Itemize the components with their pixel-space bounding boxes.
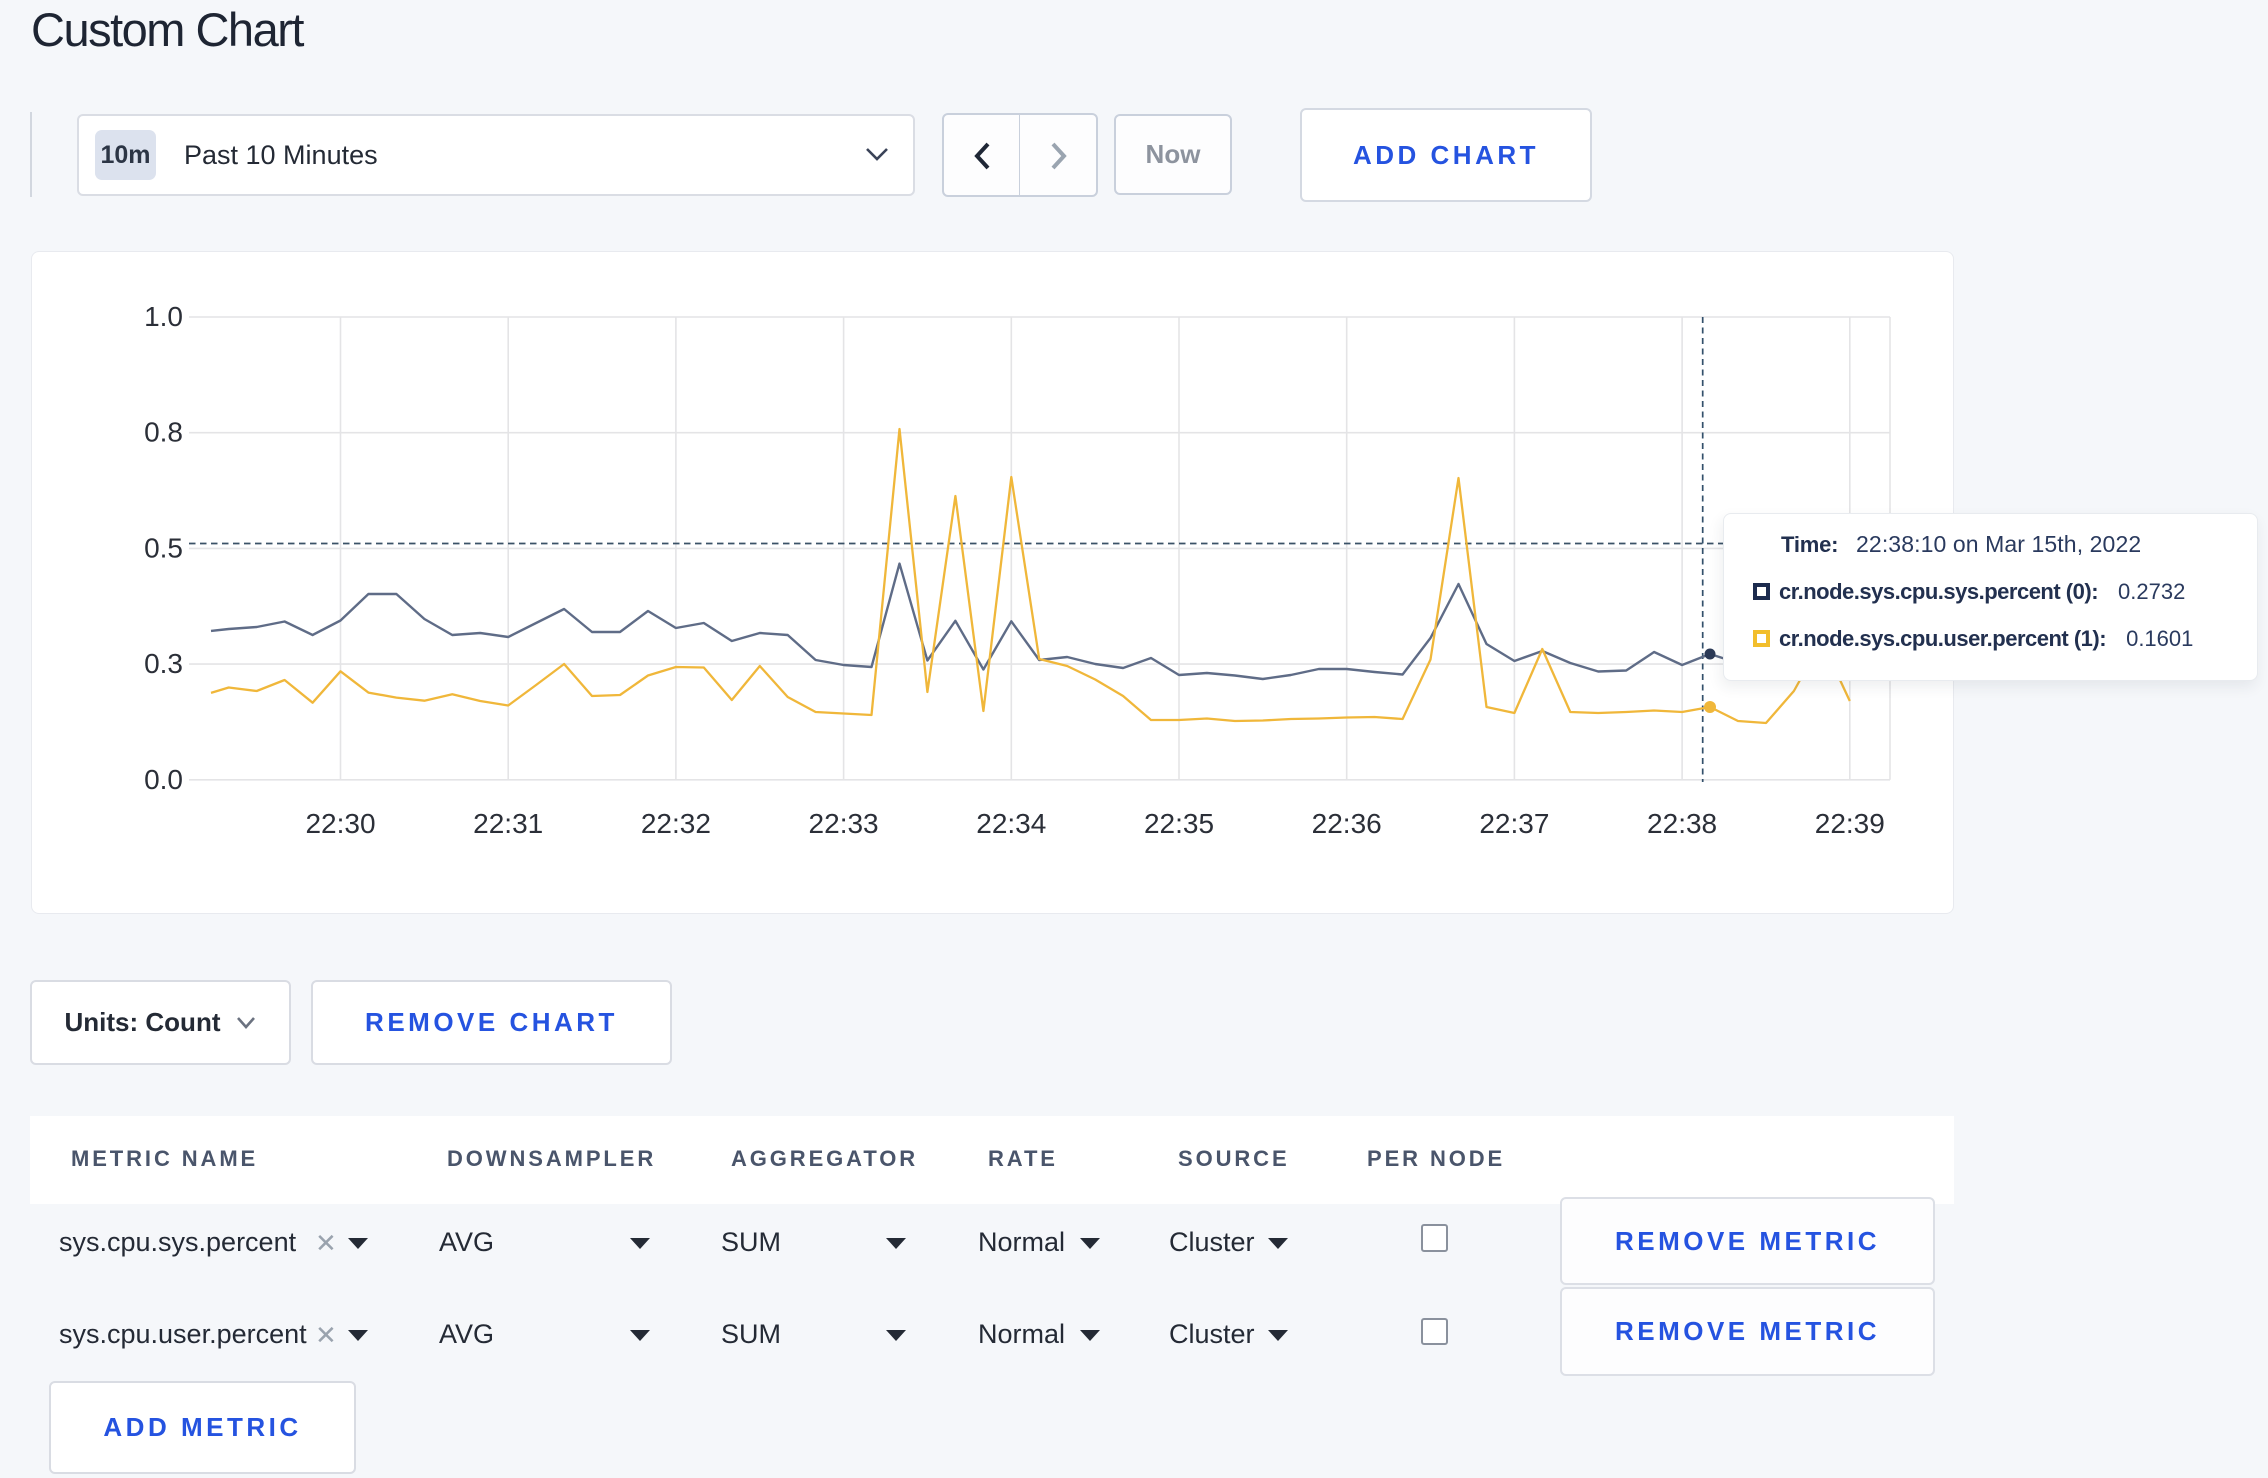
svg-text:0.5: 0.5 [144,532,183,563]
svg-text:22:39: 22:39 [1815,808,1885,839]
svg-text:0.3: 0.3 [144,648,183,679]
svg-text:0.8: 0.8 [144,417,183,448]
svg-text:22:36: 22:36 [1312,808,1382,839]
svg-text:22:35: 22:35 [1144,808,1214,839]
svg-text:22:30: 22:30 [305,808,375,839]
svg-text:0.0: 0.0 [144,764,183,795]
svg-text:22:37: 22:37 [1479,808,1549,839]
svg-text:22:32: 22:32 [641,808,711,839]
svg-text:22:38: 22:38 [1647,808,1717,839]
svg-text:22:33: 22:33 [809,808,879,839]
svg-text:22:31: 22:31 [473,808,543,839]
svg-text:22:34: 22:34 [976,808,1046,839]
svg-text:1.0: 1.0 [144,301,183,332]
